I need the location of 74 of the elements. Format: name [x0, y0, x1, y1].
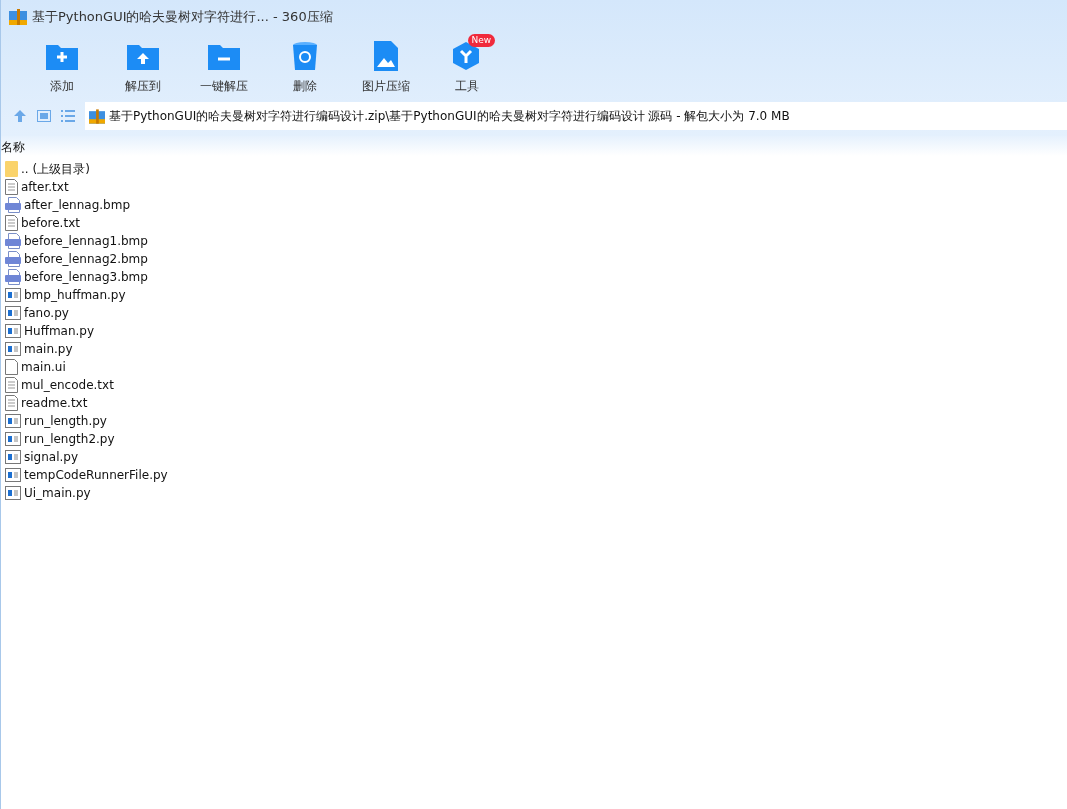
- file-row[interactable]: mul_encode.txt: [1, 376, 114, 394]
- file-row[interactable]: fano.py: [1, 304, 69, 322]
- column-header[interactable]: 名称: [1, 139, 25, 156]
- file-name: Huffman.py: [24, 324, 95, 338]
- list-view-icon[interactable]: [61, 110, 75, 122]
- new-badge: New: [467, 34, 496, 47]
- file-row[interactable]: .. (上级目录): [1, 160, 90, 178]
- file-name: signal.py: [24, 450, 79, 464]
- toolbar-button[interactable]: 图片压缩: [345, 34, 426, 100]
- thumbnail-view-icon[interactable]: [37, 110, 51, 122]
- file-row[interactable]: readme.txt: [1, 394, 88, 412]
- file-name: mul_encode.txt: [21, 378, 114, 392]
- file-name: bmp_huffman.py: [24, 288, 126, 302]
- file-name: main.ui: [21, 360, 66, 374]
- file-name: .. (上级目录): [21, 160, 90, 178]
- toolbar-button[interactable]: 删除: [264, 34, 345, 100]
- file-name: run_length2.py: [24, 432, 115, 446]
- file-name: readme.txt: [21, 396, 88, 410]
- text-file-icon: [5, 395, 18, 411]
- recycle-bin-icon: [291, 41, 318, 71]
- text-file-icon: [5, 377, 18, 393]
- file-name: after.txt: [21, 180, 69, 194]
- toolbar-button[interactable]: 解压到: [102, 34, 183, 100]
- file-name: before_lennag2.bmp: [24, 252, 148, 266]
- file-row[interactable]: bmp_huffman.py: [1, 286, 126, 304]
- file-row[interactable]: before_lennag3.bmp: [1, 268, 148, 286]
- python-file-icon: [5, 468, 21, 482]
- address-field[interactable]: 基于PythonGUI的哈夫曼树对字符进行编码设计.zip\基于PythonGUI的哈夫曼树对字符进行编码设计 源码 - 解包大小为 7.0 MB: [85, 102, 1067, 130]
- address-path: 基于PythonGUI的哈夫曼树对字符进行编码设计.zip\基于PythonGUI的哈夫曼树对字符进行编码设计 源码 - 解包大小为 7.0 MB: [109, 107, 790, 125]
- file-name: before_lennag1.bmp: [24, 234, 148, 248]
- file-row[interactable]: run_length2.py: [1, 430, 115, 448]
- file-row[interactable]: after_lennag.bmp: [1, 196, 131, 214]
- toolbar-button[interactable]: New 工具: [426, 34, 507, 100]
- python-file-icon: [5, 288, 21, 302]
- text-file-icon: [5, 215, 18, 231]
- folder-upload-icon: [126, 42, 159, 70]
- file-row[interactable]: Ui_main.py: [1, 484, 91, 502]
- file-row[interactable]: Huffman.py: [1, 322, 95, 340]
- python-file-icon: [5, 432, 21, 446]
- file-name: before_lennag3.bmp: [24, 270, 148, 284]
- text-file-icon: [5, 179, 18, 195]
- file-name: fano.py: [24, 306, 69, 320]
- python-file-icon: [5, 486, 21, 500]
- file-row[interactable]: before_lennag1.bmp: [1, 232, 148, 250]
- toolbar-button[interactable]: 添加: [21, 34, 102, 100]
- file-row[interactable]: run_length.py: [1, 412, 107, 430]
- file-name: after_lennag.bmp: [24, 198, 131, 212]
- window-title: 基于PythonGUI的哈夫曼树对字符进行... - 360压缩: [32, 8, 333, 26]
- folder-minus-icon: [207, 42, 240, 70]
- file-row[interactable]: before.txt: [1, 214, 80, 232]
- folder-icon: [5, 161, 18, 177]
- toolbar-button[interactable]: 一键解压: [183, 34, 264, 100]
- file-row[interactable]: signal.py: [1, 448, 79, 466]
- python-file-icon: [5, 450, 21, 464]
- file-name: main.py: [24, 342, 73, 356]
- file-row[interactable]: tempCodeRunnerFile.py: [1, 466, 168, 484]
- file-row[interactable]: main.ui: [1, 358, 66, 376]
- python-file-icon: [5, 342, 21, 356]
- file-name: run_length.py: [24, 414, 107, 428]
- file-row[interactable]: main.py: [1, 340, 73, 358]
- folder-plus-icon: [45, 42, 78, 70]
- archive-icon: [9, 9, 27, 25]
- blank-file-icon: [5, 359, 18, 375]
- file-name: before.txt: [21, 216, 80, 230]
- file-name: Ui_main.py: [24, 486, 91, 500]
- hexagon-logo-icon: [451, 41, 482, 71]
- archive-icon: [89, 108, 105, 124]
- python-file-icon: [5, 414, 21, 428]
- file-name: tempCodeRunnerFile.py: [24, 468, 168, 482]
- file-row[interactable]: before_lennag2.bmp: [1, 250, 148, 268]
- python-file-icon: [5, 324, 21, 338]
- file-row[interactable]: after.txt: [1, 178, 69, 196]
- up-arrow-icon[interactable]: [13, 109, 27, 123]
- python-file-icon: [5, 306, 21, 320]
